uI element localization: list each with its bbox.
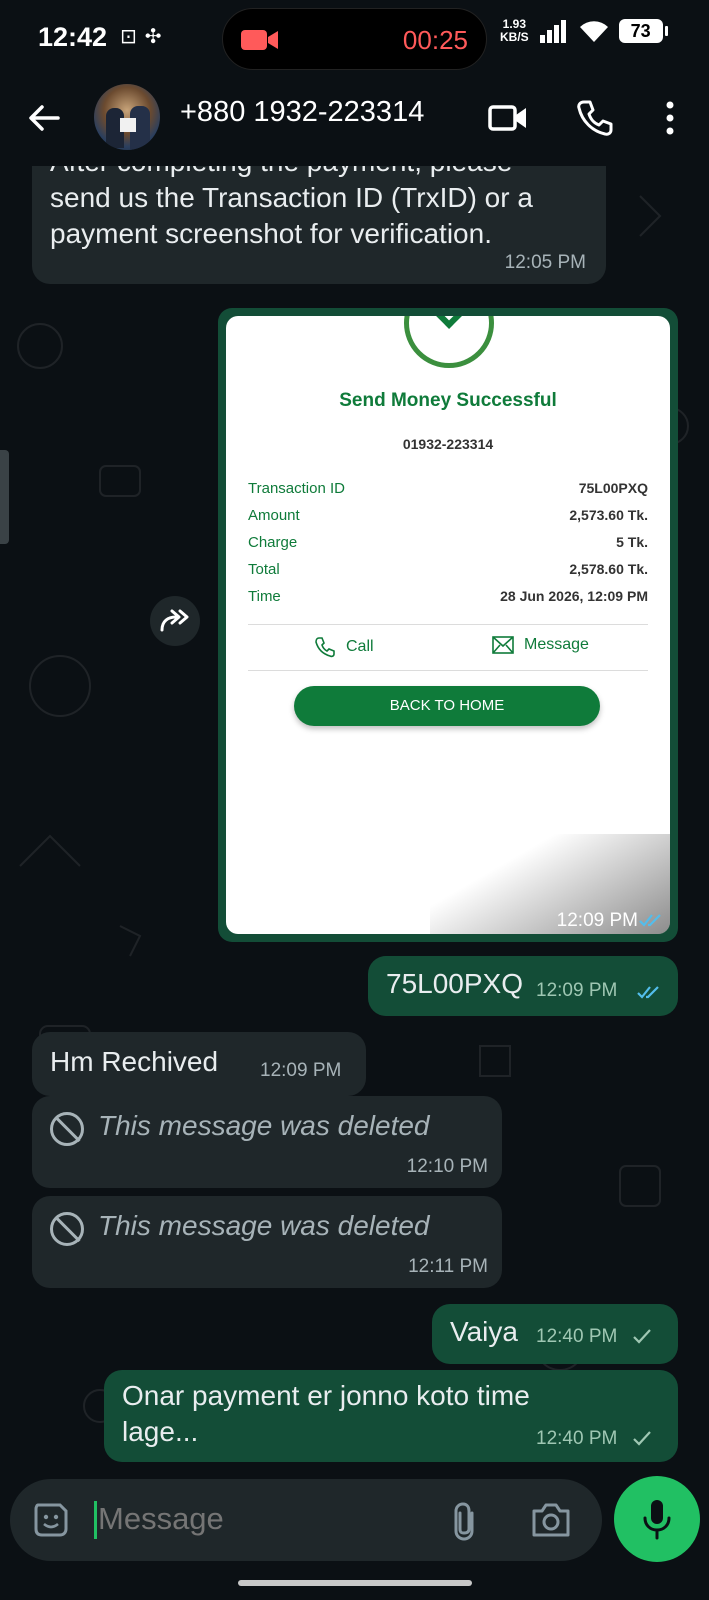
video-record-icon bbox=[241, 30, 278, 50]
more-options-icon[interactable] bbox=[648, 96, 692, 140]
message-time: 12:09 PM bbox=[536, 980, 618, 1001]
divider bbox=[248, 624, 648, 625]
screenshot-icon: ⊡ bbox=[120, 26, 137, 48]
attach-icon[interactable] bbox=[448, 1501, 484, 1541]
recording-pill[interactable]: 00:25 bbox=[222, 8, 487, 70]
recording-time: 00:25 bbox=[402, 25, 468, 55]
receipt-message-action: Message bbox=[492, 636, 589, 654]
pinwheel-icon: ✣ bbox=[144, 26, 162, 48]
deleted-icon bbox=[50, 1212, 84, 1246]
receipt-row: Amount 2,573.60 Tk. bbox=[248, 507, 648, 524]
deleted-message[interactable]: This message was deleted 12:11 PM bbox=[32, 1196, 502, 1288]
message-time: 12:09 PM bbox=[260, 1060, 342, 1081]
incoming-message[interactable]: After completing the payment, please sen… bbox=[32, 166, 606, 284]
outgoing-message[interactable]: 75L00PXQ 12:09 PM bbox=[368, 956, 678, 1016]
forward-icon bbox=[160, 609, 189, 632]
chat-header: +880 1932-223314 bbox=[0, 78, 709, 166]
receipt-call-action: Call bbox=[314, 636, 374, 658]
network-speed: 1.93 KB/S bbox=[500, 17, 529, 44]
read-ticks-icon bbox=[639, 914, 661, 927]
divider bbox=[248, 670, 648, 671]
message-time: 12:05 PM bbox=[504, 252, 586, 273]
status-bar: 12:42 ⊡ ✣ 00:25 1.93 KB/S 73 bbox=[0, 0, 709, 78]
status-time: 12:42 bbox=[38, 22, 108, 52]
outgoing-message[interactable]: Vaiya 12:40 PM bbox=[432, 1304, 678, 1364]
gesture-nav-bar[interactable] bbox=[238, 1580, 472, 1586]
video-call-icon[interactable] bbox=[486, 96, 530, 140]
message-time: 12:09 PM bbox=[556, 910, 638, 931]
read-ticks-icon bbox=[637, 986, 659, 999]
message-time: 12:40 PM bbox=[536, 1326, 618, 1347]
forward-button[interactable] bbox=[150, 596, 200, 646]
phone-icon bbox=[315, 637, 335, 658]
text-cursor bbox=[94, 1501, 97, 1539]
receipt-row: Total 2,578.60 Tk. bbox=[248, 561, 648, 578]
back-to-home-button: BACK TO HOME bbox=[294, 686, 600, 726]
outgoing-message[interactable]: Onar payment er jonno koto time lage... … bbox=[104, 1370, 678, 1462]
receipt-row: Charge 5 Tk. bbox=[248, 534, 648, 551]
wifi-icon bbox=[579, 21, 608, 42]
receipt-row: Time 28 Jun 2026, 12:09 PM bbox=[248, 588, 648, 605]
message-time: 12:11 PM bbox=[408, 1256, 488, 1277]
receipt-number: 01932-223314 bbox=[402, 436, 494, 452]
message-input-bar bbox=[10, 1479, 602, 1561]
receipt-screenshot: Send Money Successful 01932-223314 Trans… bbox=[226, 316, 670, 934]
sent-tick-icon bbox=[633, 1431, 651, 1446]
success-check-icon bbox=[404, 316, 494, 368]
voice-message-button[interactable] bbox=[614, 1476, 700, 1562]
voice-call-icon[interactable] bbox=[572, 96, 616, 140]
deleted-message[interactable]: This message was deleted 12:10 PM bbox=[32, 1096, 502, 1188]
battery-indicator: 73 bbox=[618, 19, 668, 43]
contact-name[interactable]: +880 1932-223314 bbox=[180, 96, 424, 129]
microphone-icon bbox=[643, 1500, 671, 1540]
incoming-message[interactable]: Hm Rechived 12:09 PM bbox=[32, 1032, 366, 1096]
deleted-icon bbox=[50, 1112, 84, 1146]
back-arrow-icon[interactable] bbox=[24, 98, 64, 138]
side-handle[interactable] bbox=[0, 450, 9, 544]
receipt-title: Send Money Successful bbox=[339, 390, 557, 411]
message-input[interactable] bbox=[98, 1501, 438, 1537]
envelope-icon bbox=[492, 636, 514, 654]
chat-area[interactable]: After completing the payment, please sen… bbox=[0, 166, 709, 1476]
signal-icon bbox=[539, 20, 566, 43]
message-time: 12:10 PM bbox=[406, 1156, 488, 1177]
message-time: 12:40 PM bbox=[536, 1428, 618, 1449]
outgoing-image-message[interactable]: Send Money Successful 01932-223314 Trans… bbox=[218, 308, 678, 942]
sent-tick-icon bbox=[633, 1329, 651, 1344]
contact-avatar[interactable] bbox=[94, 84, 160, 150]
receipt-row: Transaction ID 75L00PXQ bbox=[248, 480, 648, 497]
camera-icon[interactable] bbox=[530, 1501, 572, 1539]
sticker-icon[interactable] bbox=[30, 1499, 72, 1541]
